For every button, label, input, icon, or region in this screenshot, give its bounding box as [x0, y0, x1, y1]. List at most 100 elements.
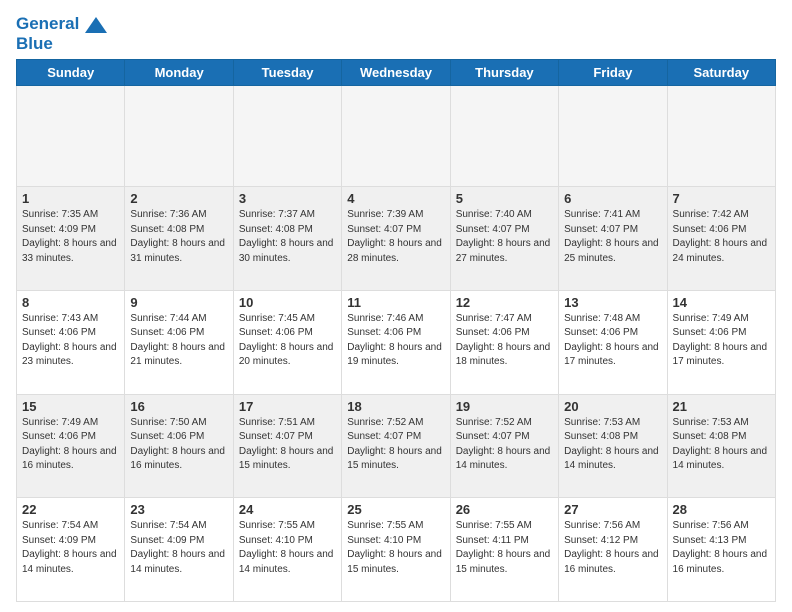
day-info: Sunrise: 7:45 AMSunset: 4:06 PMDaylight:…	[239, 312, 336, 370]
calendar-week-2: 1 Sunrise: 7:35 AMSunset: 4:09 PMDaylight…	[17, 187, 776, 291]
calendar-week-5: 22 Sunrise: 7:54 AMSunset: 4:09 PMDayligh…	[17, 498, 776, 602]
day-number: 28	[673, 502, 770, 517]
page: General Blue Sunday Monday Tuesday Wedne…	[0, 0, 792, 612]
calendar-cell: 28 Sunrise: 7:56 AMSunset: 4:13 PMDayligh…	[667, 498, 775, 602]
calendar-cell: 12 Sunrise: 7:47 AMSunset: 4:06 PMDayligh…	[450, 290, 558, 394]
calendar-cell: 13Sunrise: 7:48 AMSunset: 4:06 PMDayligh…	[559, 290, 667, 394]
calendar-cell: 7Sunrise: 7:42 AMSunset: 4:06 PMDaylight…	[667, 187, 775, 291]
calendar-cell	[559, 86, 667, 187]
day-number: 5	[456, 191, 553, 206]
header-row: Sunday Monday Tuesday Wednesday Thursday…	[17, 60, 776, 86]
col-tuesday: Tuesday	[233, 60, 341, 86]
calendar-cell: 26 Sunrise: 7:55 AMSunset: 4:11 PMDayligh…	[450, 498, 558, 602]
calendar-cell: 22 Sunrise: 7:54 AMSunset: 4:09 PMDayligh…	[17, 498, 125, 602]
day-info: Sunrise: 7:43 AMSunset: 4:06 PMDaylight:…	[22, 312, 119, 370]
day-number: 11	[347, 295, 444, 310]
calendar-cell: 9 Sunrise: 7:44 AMSunset: 4:06 PMDaylight…	[125, 290, 233, 394]
col-monday: Monday	[125, 60, 233, 86]
day-number: 20	[564, 399, 661, 414]
calendar-cell: 25 Sunrise: 7:55 AMSunset: 4:10 PMDayligh…	[342, 498, 450, 602]
day-info: Sunrise: 7:49 AMSunset: 4:06 PMDaylight:…	[673, 312, 770, 370]
calendar-cell: 21Sunrise: 7:53 AMSunset: 4:08 PMDayligh…	[667, 394, 775, 498]
day-info: Sunrise: 7:51 AMSunset: 4:07 PMDaylight:…	[239, 416, 336, 474]
day-number: 3	[239, 191, 336, 206]
calendar-cell	[342, 86, 450, 187]
col-saturday: Saturday	[667, 60, 775, 86]
calendar-week-1	[17, 86, 776, 187]
col-wednesday: Wednesday	[342, 60, 450, 86]
calendar-cell: 1 Sunrise: 7:35 AMSunset: 4:09 PMDaylight…	[17, 187, 125, 291]
col-thursday: Thursday	[450, 60, 558, 86]
calendar-week-3: 8 Sunrise: 7:43 AMSunset: 4:06 PMDaylight…	[17, 290, 776, 394]
calendar-cell: 8 Sunrise: 7:43 AMSunset: 4:06 PMDaylight…	[17, 290, 125, 394]
day-number: 6	[564, 191, 661, 206]
day-number: 26	[456, 502, 553, 517]
calendar-cell	[125, 86, 233, 187]
day-info: Sunrise: 7:52 AMSunset: 4:07 PMDaylight:…	[347, 416, 444, 474]
calendar-cell	[667, 86, 775, 187]
day-info: Sunrise: 7:36 AMSunset: 4:08 PMDaylight:…	[130, 208, 227, 266]
day-info: Sunrise: 7:35 AMSunset: 4:09 PMDaylight:…	[22, 208, 119, 266]
day-number: 17	[239, 399, 336, 414]
logo-blue: Blue	[16, 34, 107, 54]
header: General Blue	[16, 10, 776, 53]
day-info: Sunrise: 7:44 AMSunset: 4:06 PMDaylight:…	[130, 312, 227, 370]
day-info: Sunrise: 7:54 AMSunset: 4:09 PMDaylight:…	[130, 519, 227, 577]
calendar-cell: 14 Sunrise: 7:49 AMSunset: 4:06 PMDayligh…	[667, 290, 775, 394]
day-number: 25	[347, 502, 444, 517]
calendar-cell: 10Sunrise: 7:45 AMSunset: 4:06 PMDayligh…	[233, 290, 341, 394]
day-number: 27	[564, 502, 661, 517]
day-number: 15	[22, 399, 119, 414]
day-number: 22	[22, 502, 119, 517]
day-number: 24	[239, 502, 336, 517]
day-number: 12	[456, 295, 553, 310]
calendar-cell: 4 Sunrise: 7:39 AMSunset: 4:07 PMDaylight…	[342, 187, 450, 291]
calendar-week-4: 15Sunrise: 7:49 AMSunset: 4:06 PMDayligh…	[17, 394, 776, 498]
day-info: Sunrise: 7:55 AMSunset: 4:10 PMDaylight:…	[347, 519, 444, 577]
day-info: Sunrise: 7:56 AMSunset: 4:12 PMDaylight:…	[564, 519, 661, 577]
day-number: 21	[673, 399, 770, 414]
calendar-cell: 2Sunrise: 7:36 AMSunset: 4:08 PMDaylight…	[125, 187, 233, 291]
calendar-cell	[450, 86, 558, 187]
calendar-cell: 11 Sunrise: 7:46 AMSunset: 4:06 PMDayligh…	[342, 290, 450, 394]
calendar-cell: 6 Sunrise: 7:41 AMSunset: 4:07 PMDaylight…	[559, 187, 667, 291]
calendar-cell: 15Sunrise: 7:49 AMSunset: 4:06 PMDayligh…	[17, 394, 125, 498]
calendar-table: Sunday Monday Tuesday Wednesday Thursday…	[16, 59, 776, 602]
logo-general: General	[16, 14, 79, 33]
calendar-cell: 18 Sunrise: 7:52 AMSunset: 4:07 PMDayligh…	[342, 394, 450, 498]
day-number: 18	[347, 399, 444, 414]
calendar-cell: 24Sunrise: 7:55 AMSunset: 4:10 PMDayligh…	[233, 498, 341, 602]
day-info: Sunrise: 7:56 AMSunset: 4:13 PMDaylight:…	[673, 519, 770, 577]
calendar-cell: 3 Sunrise: 7:37 AMSunset: 4:08 PMDaylight…	[233, 187, 341, 291]
calendar-cell	[233, 86, 341, 187]
calendar-cell: 19Sunrise: 7:52 AMSunset: 4:07 PMDayligh…	[450, 394, 558, 498]
logo-text: General	[16, 14, 107, 34]
calendar-cell	[17, 86, 125, 187]
day-number: 14	[673, 295, 770, 310]
day-info: Sunrise: 7:39 AMSunset: 4:07 PMDaylight:…	[347, 208, 444, 266]
day-info: Sunrise: 7:37 AMSunset: 4:08 PMDaylight:…	[239, 208, 336, 266]
day-info: Sunrise: 7:54 AMSunset: 4:09 PMDaylight:…	[22, 519, 119, 577]
day-number: 9	[130, 295, 227, 310]
day-info: Sunrise: 7:55 AMSunset: 4:11 PMDaylight:…	[456, 519, 553, 577]
day-number: 4	[347, 191, 444, 206]
day-info: Sunrise: 7:52 AMSunset: 4:07 PMDaylight:…	[456, 416, 553, 474]
calendar-cell: 5 Sunrise: 7:40 AMSunset: 4:07 PMDaylight…	[450, 187, 558, 291]
day-info: Sunrise: 7:47 AMSunset: 4:06 PMDaylight:…	[456, 312, 553, 370]
calendar-cell: 17 Sunrise: 7:51 AMSunset: 4:07 PMDayligh…	[233, 394, 341, 498]
logo-icon	[85, 17, 107, 33]
day-number: 8	[22, 295, 119, 310]
day-number: 1	[22, 191, 119, 206]
col-sunday: Sunday	[17, 60, 125, 86]
calendar-cell: 27 Sunrise: 7:56 AMSunset: 4:12 PMDayligh…	[559, 498, 667, 602]
day-number: 23	[130, 502, 227, 517]
calendar-cell: 16Sunrise: 7:50 AMSunset: 4:06 PMDayligh…	[125, 394, 233, 498]
calendar-cell: 23 Sunrise: 7:54 AMSunset: 4:09 PMDayligh…	[125, 498, 233, 602]
calendar-cell: 20Sunrise: 7:53 AMSunset: 4:08 PMDayligh…	[559, 394, 667, 498]
day-info: Sunrise: 7:46 AMSunset: 4:06 PMDaylight:…	[347, 312, 444, 370]
day-info: Sunrise: 7:40 AMSunset: 4:07 PMDaylight:…	[456, 208, 553, 266]
day-info: Sunrise: 7:41 AMSunset: 4:07 PMDaylight:…	[564, 208, 661, 266]
day-info: Sunrise: 7:48 AMSunset: 4:06 PMDaylight:…	[564, 312, 661, 370]
day-info: Sunrise: 7:42 AMSunset: 4:06 PMDaylight:…	[673, 208, 770, 266]
logo: General Blue	[16, 14, 107, 53]
